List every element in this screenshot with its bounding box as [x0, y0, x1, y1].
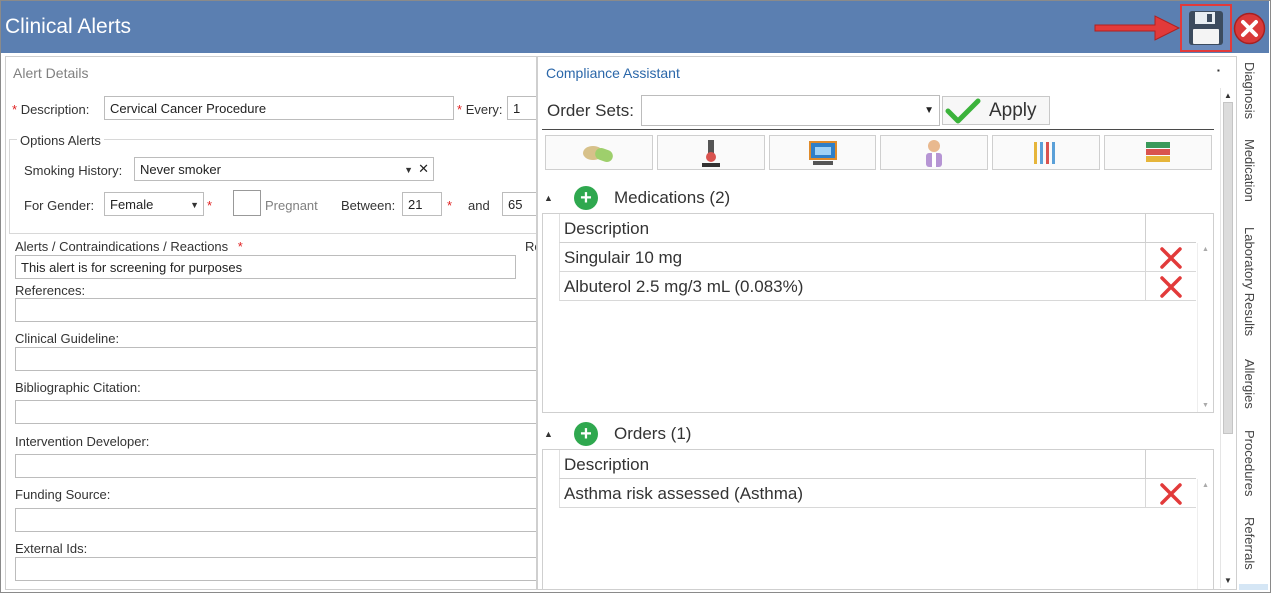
tab-selected-indicator: [1239, 584, 1268, 590]
orders-section-header: ▲ + Orders (1): [544, 422, 692, 446]
save-button[interactable]: [1180, 4, 1232, 52]
computer-icon: [808, 140, 837, 165]
gender-select[interactable]: Female ▼: [104, 192, 204, 216]
funding-source-label: Funding Source:: [15, 487, 111, 502]
options-alerts-group: [9, 139, 536, 234]
description-label: * Description:: [12, 102, 90, 117]
order-sets-label: Order Sets:: [547, 101, 634, 120]
orders-scrollbar[interactable]: ▲: [1197, 479, 1213, 589]
close-button[interactable]: [1233, 12, 1266, 45]
orders-grid-header: Description: [559, 450, 1196, 479]
tab-procedures[interactable]: Procedures: [1242, 430, 1257, 496]
floppy-disk-icon: [1189, 11, 1223, 45]
side-tabs: Diagnosis Medication Laboratory Results …: [1238, 56, 1269, 590]
medications-scrollbar[interactable]: ▲ ▼: [1197, 243, 1213, 412]
smoking-history-label: Smoking History:: [24, 163, 123, 178]
order-sets-select[interactable]: ▼: [641, 95, 940, 126]
references-tool-button[interactable]: [1104, 135, 1212, 170]
clinical-guideline-label: Clinical Guideline:: [15, 331, 120, 346]
add-order-button[interactable]: +: [574, 422, 598, 446]
funding-source-input[interactable]: [15, 508, 536, 532]
and-label: and: [468, 198, 490, 213]
smoking-history-select[interactable]: Never smoker ▼ ✕: [134, 157, 434, 181]
tab-allergies[interactable]: Allergies: [1242, 359, 1257, 409]
table-row[interactable]: Singulair 10 mg: [559, 243, 1196, 272]
instruments-icon: [1034, 141, 1056, 164]
external-ids-label: External Ids:: [15, 541, 88, 556]
gender-required-mark: *: [207, 198, 213, 213]
age-to-input[interactable]: 65: [502, 192, 536, 216]
medications-grid: Description Singulair 10 mg Albuterol 2.…: [542, 213, 1214, 413]
developer-input[interactable]: [15, 454, 536, 478]
chevron-down-icon: ▼: [404, 165, 413, 175]
references-input[interactable]: [15, 298, 536, 322]
orders-grid: Description Asthma risk assessed (Asthma…: [542, 449, 1214, 589]
medication-icon: [582, 145, 613, 162]
checkmark-icon: [945, 98, 981, 123]
delete-icon[interactable]: [1159, 246, 1183, 270]
age-required-mark: *: [447, 198, 453, 213]
pin-icon[interactable]: ▪: [1217, 66, 1220, 75]
collapse-icon[interactable]: ▲: [544, 193, 574, 203]
pregnant-checkbox[interactable]: [233, 190, 261, 216]
clear-icon[interactable]: ✕: [418, 161, 429, 177]
alert-details-panel: Alert Details * Description: Cervical Ca…: [5, 56, 537, 590]
references-label: References:: [15, 283, 86, 298]
books-icon: [1146, 141, 1171, 162]
citation-label: Bibliographic Citation:: [15, 380, 141, 395]
laboratory-icon: [701, 139, 720, 167]
medications-tool-button[interactable]: [545, 135, 653, 170]
citation-input[interactable]: [15, 400, 536, 424]
chevron-down-icon: ▼: [924, 105, 934, 116]
every-input[interactable]: 1: [507, 96, 536, 120]
add-medication-button[interactable]: +: [574, 186, 598, 210]
alerts-label: Alerts / Contraindications / Reactions *: [15, 239, 243, 254]
imaging-tool-button[interactable]: [768, 135, 877, 170]
procedures-tool-button[interactable]: [992, 135, 1101, 170]
red-arrow-icon: [1094, 15, 1181, 41]
delete-icon[interactable]: [1159, 482, 1183, 506]
re-label: Re: [525, 239, 536, 254]
every-label: * Every:: [457, 102, 503, 117]
apply-button[interactable]: Apply: [942, 96, 1050, 125]
external-ids-input[interactable]: [15, 557, 536, 581]
provider-tool-button[interactable]: [880, 135, 989, 170]
medications-grid-header: Description: [559, 214, 1196, 243]
age-from-input[interactable]: 21: [402, 192, 442, 216]
compliance-assistant-panel: Compliance Assistant ▪ Order Sets: ▼ App…: [537, 56, 1237, 590]
category-toolbar: [545, 135, 1212, 170]
pregnant-label: Pregnant: [265, 198, 318, 213]
tab-laboratory-results[interactable]: Laboratory Results: [1242, 227, 1257, 336]
scrollbar-thumb[interactable]: [1223, 102, 1233, 434]
medications-section-header: ▲ + Medications (2): [544, 186, 731, 210]
alerts-input[interactable]: This alert is for screening for purposes: [15, 255, 516, 279]
window-title: Clinical Alerts: [5, 15, 132, 38]
divider: [542, 129, 1214, 130]
compliance-scrollbar[interactable]: ▲ ▼: [1220, 88, 1235, 588]
table-row[interactable]: Albuterol 2.5 mg/3 mL (0.083%): [559, 272, 1196, 301]
developer-label: Intervention Developer:: [15, 434, 150, 449]
doctor-icon: [926, 139, 943, 167]
description-input[interactable]: Cervical Cancer Procedure: [104, 96, 454, 120]
compliance-assistant-title: Compliance Assistant: [546, 65, 680, 81]
tab-diagnosis[interactable]: Diagnosis: [1242, 62, 1257, 119]
collapse-icon[interactable]: ▲: [544, 429, 574, 439]
tab-medication[interactable]: Medication: [1242, 139, 1257, 202]
chevron-down-icon: ▼: [190, 200, 199, 210]
delete-icon[interactable]: [1159, 275, 1183, 299]
laboratory-tool-button[interactable]: [656, 135, 765, 170]
between-label: Between:: [341, 198, 396, 213]
title-bar: Clinical Alerts: [1, 1, 1269, 53]
gender-label: For Gender:: [24, 198, 95, 213]
alert-details-title: Alert Details: [13, 65, 89, 81]
tab-referrals[interactable]: Referrals: [1242, 517, 1257, 570]
options-alerts-title: Options Alerts: [17, 133, 104, 148]
table-row[interactable]: Asthma risk assessed (Asthma): [559, 479, 1196, 508]
clinical-guideline-input[interactable]: [15, 347, 536, 371]
